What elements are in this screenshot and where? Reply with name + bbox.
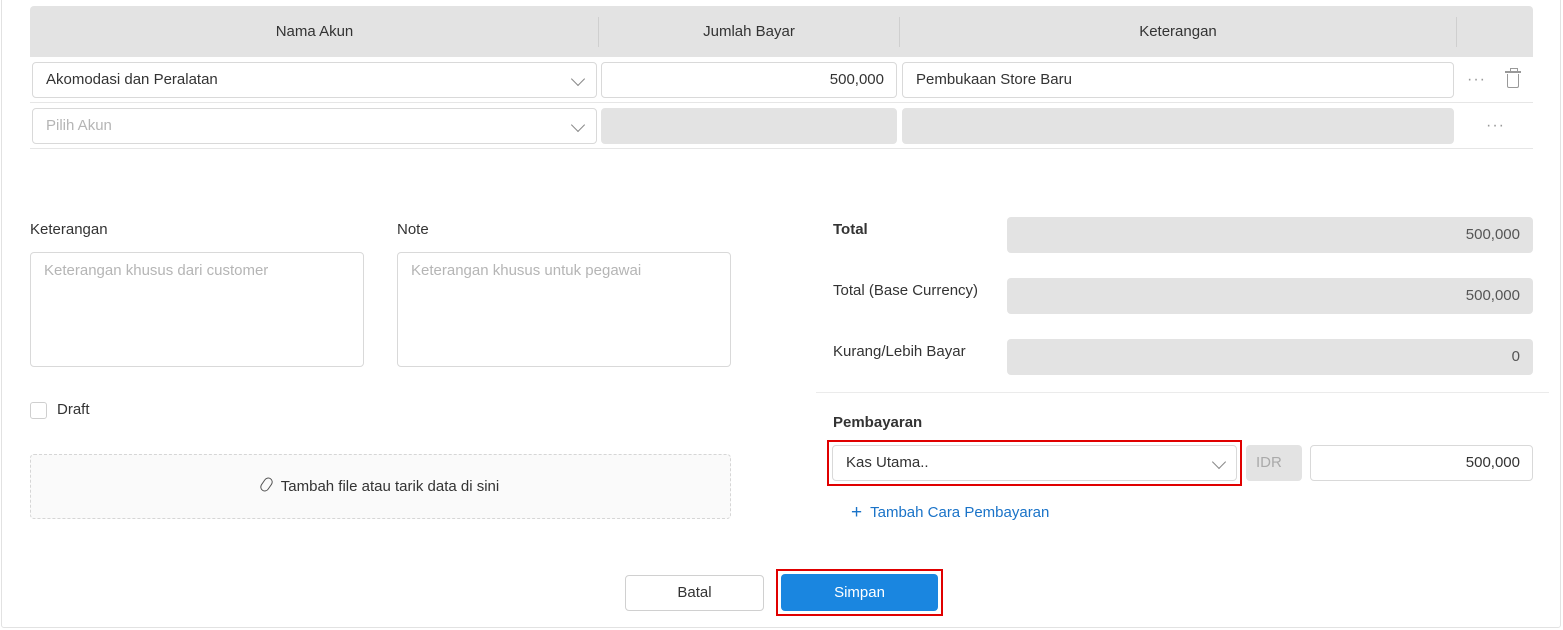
chevron-down-icon [1211, 454, 1227, 470]
base-currency-value: 500,000 [1007, 278, 1533, 314]
total-value: 500,000 [1007, 217, 1533, 253]
currency-badge: IDR [1246, 445, 1302, 481]
column-header-description: Keterangan [1139, 23, 1217, 40]
account-table-header: Nama Akun Jumlah Bayar Keterangan [30, 6, 1533, 57]
file-dropzone[interactable]: Tambah file atau tarik data di sini [30, 454, 731, 519]
payment-method-select[interactable]: Kas Utama.. [832, 445, 1237, 481]
dropzone-text: Tambah file atau tarik data di sini [31, 475, 730, 495]
payment-section-label: Pembayaran [833, 414, 923, 431]
account-select[interactable]: Akomodasi dan Peralatan [32, 62, 597, 98]
row-divider [30, 102, 1533, 103]
description-input[interactable]: Pembukaan Store Baru [902, 62, 1454, 98]
paperclip-icon [258, 475, 275, 494]
account-select-new[interactable]: Pilih Akun [32, 108, 597, 144]
column-divider [1456, 17, 1457, 47]
plus-icon: + [851, 502, 863, 523]
save-button[interactable]: Simpan [781, 574, 938, 611]
row-divider [30, 148, 1533, 149]
amount-input-disabled [601, 108, 897, 144]
payment-method-value: Kas Utama.. [846, 454, 929, 471]
payment-amount-input[interactable]: 500,000 [1310, 445, 1533, 481]
more-options-icon[interactable]: ··· [1467, 72, 1486, 88]
balance-value: 0 [1007, 339, 1533, 375]
trash-icon[interactable] [1505, 68, 1521, 88]
keterangan-label: Keterangan [30, 221, 108, 238]
note-placeholder: Keterangan khusus untuk pegawai [411, 262, 642, 279]
account-select-value: Akomodasi dan Peralatan [46, 71, 218, 88]
amount-input[interactable]: 500,000 [601, 62, 897, 98]
column-header-amount: Jumlah Bayar [703, 23, 795, 40]
total-label: Total [833, 221, 868, 238]
keterangan-placeholder: Keterangan khusus dari customer [44, 262, 269, 279]
column-header-account: Nama Akun [275, 23, 354, 40]
keterangan-textarea[interactable]: Keterangan khusus dari customer [30, 252, 364, 367]
base-currency-label: Total (Base Currency) [833, 282, 979, 299]
draft-label: Draft [57, 401, 90, 418]
description-input-disabled [902, 108, 1454, 144]
cancel-button[interactable]: Batal [625, 575, 764, 611]
add-payment-method-link[interactable]: + Tambah Cara Pembayaran [851, 502, 1049, 524]
more-options-icon[interactable]: ··· [1486, 118, 1505, 134]
section-divider [816, 392, 1549, 393]
account-select-placeholder: Pilih Akun [46, 117, 112, 134]
chevron-down-icon [570, 71, 586, 87]
attach-label: Tambah file atau tarik data di sini [280, 478, 500, 495]
balance-label: Kurang/Lebih Bayar [833, 343, 966, 360]
note-textarea[interactable]: Keterangan khusus untuk pegawai [397, 252, 731, 367]
add-payment-label: Tambah Cara Pembayaran [870, 504, 1050, 521]
draft-checkbox[interactable] [30, 402, 47, 419]
note-label: Note [397, 221, 429, 238]
chevron-down-icon [570, 117, 586, 133]
